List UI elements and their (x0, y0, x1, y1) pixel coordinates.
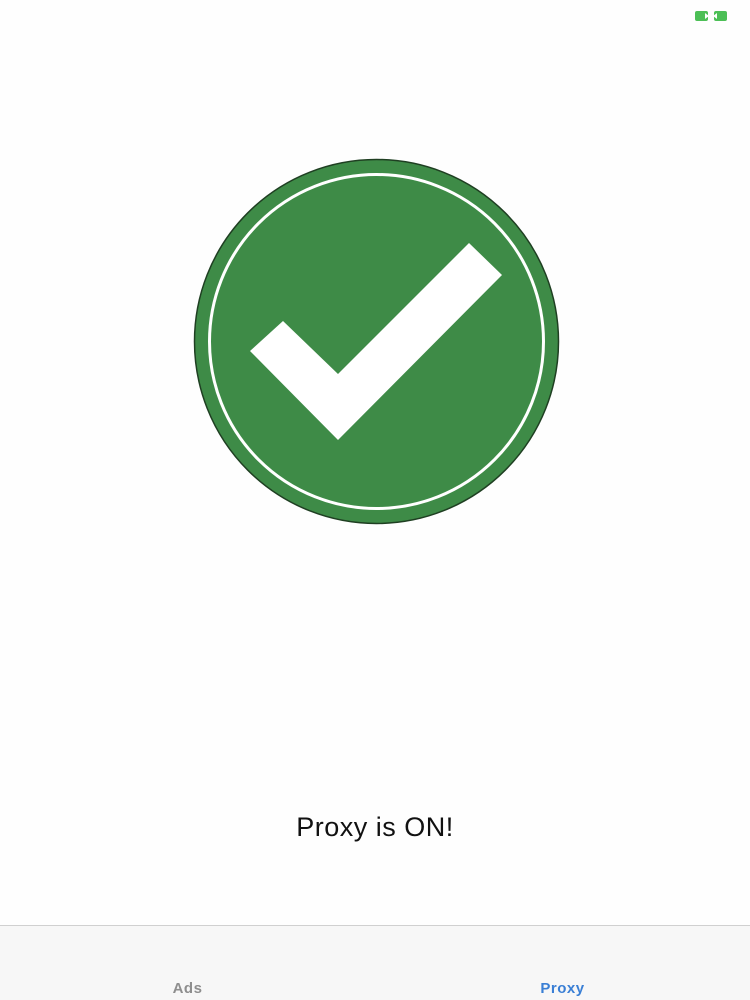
app-screen: Proxy is ON! Ads Proxy (0, 0, 750, 1000)
tab-bar: Ads Proxy (0, 925, 750, 1000)
connection-indicator-icon (695, 11, 727, 21)
tab-proxy[interactable]: Proxy (375, 926, 750, 1000)
tab-proxy-label: Proxy (540, 980, 585, 997)
checkmark-circle-icon (193, 158, 560, 525)
tab-ads[interactable]: Ads (0, 926, 375, 1000)
tab-ads-label: Ads (172, 980, 203, 997)
proxy-status-text: Proxy is ON! (296, 812, 454, 842)
